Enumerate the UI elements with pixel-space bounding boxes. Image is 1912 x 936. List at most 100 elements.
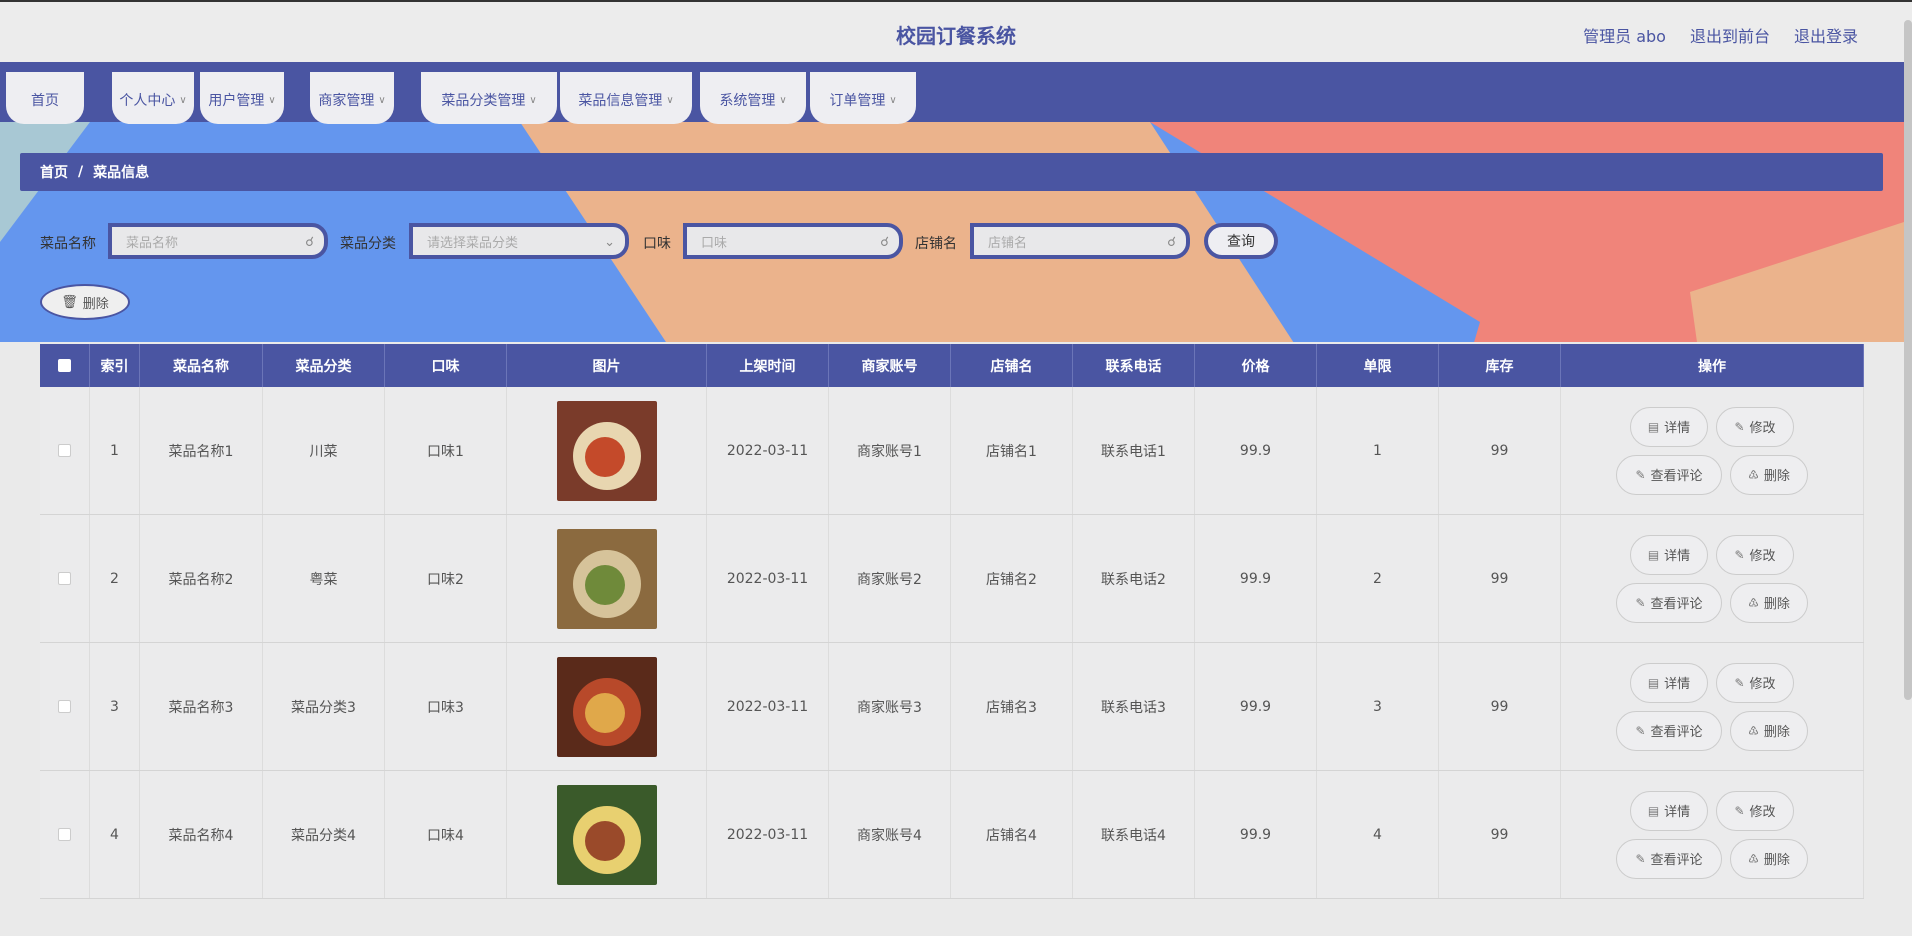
cell-date: 2022-03-11: [707, 515, 829, 642]
column-header: 口味: [385, 344, 507, 387]
table-header: 索引 菜品名称 菜品分类 口味 图片 上架时间 商家账号 店铺名 联系电话 价格 单限 库存 操作: [40, 344, 1864, 387]
category-select[interactable]: 请选择菜品分类 ⌄: [409, 223, 629, 259]
nav-item-0[interactable]: 首页: [6, 72, 84, 124]
bulk-delete-button[interactable]: 🗑 删除: [40, 284, 130, 320]
row-checkbox[interactable]: [58, 444, 71, 457]
delete-button[interactable]: ♳ 删除: [1730, 838, 1808, 879]
pencil-icon: ✎: [1635, 467, 1646, 482]
edit-button[interactable]: ✎ 修改: [1716, 406, 1794, 447]
document-icon: ▤: [1647, 547, 1660, 562]
nav-item-3[interactable]: 商家管理 ∨: [310, 72, 394, 124]
search-icon: ☌: [880, 235, 889, 250]
detail-button[interactable]: ▤ 详情: [1630, 534, 1708, 575]
dish-thumbnail[interactable]: [556, 656, 657, 757]
nav-item-4[interactable]: 菜品分类管理 ∨: [421, 72, 557, 124]
select-all-checkbox[interactable]: [58, 359, 71, 372]
chevron-down-icon: ∨: [779, 94, 787, 106]
breadcrumb-home[interactable]: 首页: [40, 162, 68, 182]
dish-thumbnail[interactable]: [556, 400, 657, 501]
view-comments-button-label: 查看评论: [1650, 725, 1703, 740]
row-checkbox[interactable]: [58, 700, 71, 713]
nav-item-label: 系统管理: [719, 93, 776, 109]
table-row: 1 菜品名称1 川菜 口味1 2022-03-11 商家账号1 店铺名1 联系电话1 99.9 1…: [40, 387, 1864, 515]
edit-button-label: 修改: [1749, 421, 1776, 436]
delete-button[interactable]: ♳ 删除: [1730, 454, 1808, 495]
flavor-input[interactable]: 口味 ☌: [683, 223, 903, 259]
cell-name: 菜品名称4: [140, 771, 263, 898]
column-header: 联系电话: [1073, 344, 1195, 387]
chevron-down-icon: ∨: [179, 94, 187, 106]
delete-button[interactable]: ♳ 删除: [1730, 710, 1808, 751]
exit-to-front-link[interactable]: 退出到前台: [1690, 23, 1770, 47]
nav-item-2[interactable]: 用户管理 ∨: [200, 72, 284, 124]
cell-date: 2022-03-11: [707, 387, 829, 514]
cell-flavor: 口味2: [385, 515, 507, 642]
cell-limit: 1: [1317, 387, 1439, 514]
row-select-cell: [40, 515, 90, 642]
column-header: 库存: [1439, 344, 1561, 387]
nav-item-1[interactable]: 个人中心 ∨: [112, 72, 194, 124]
cell-name: 菜品名称1: [140, 387, 263, 514]
query-button[interactable]: 查询: [1204, 223, 1278, 259]
cell-stock: 99: [1439, 387, 1561, 514]
cell-price: 99.9: [1195, 771, 1317, 898]
cell-stock: 99: [1439, 771, 1561, 898]
header-bar: 校园订餐系统 管理员 abo 退出到前台 退出登录: [0, 0, 1912, 62]
dish-name-input[interactable]: 菜品名称 ☌: [108, 223, 328, 259]
dish-name-placeholder: 菜品名称: [126, 235, 179, 251]
cell-account: 商家账号2: [829, 515, 951, 642]
cell-date: 2022-03-11: [707, 643, 829, 770]
cell-limit: 2: [1317, 515, 1439, 642]
trash-icon: ♳: [1748, 467, 1759, 482]
admin-user-label[interactable]: 管理员 abo: [1583, 23, 1666, 47]
cell-phone: 联系电话4: [1073, 771, 1195, 898]
nav-item-label: 菜品分类管理: [441, 93, 526, 109]
nav-item-7[interactable]: 订单管理 ∨: [810, 72, 916, 124]
detail-button[interactable]: ▤ 详情: [1630, 406, 1708, 447]
cell-date: 2022-03-11: [707, 771, 829, 898]
cell-category: 菜品分类4: [263, 771, 385, 898]
dish-thumbnail[interactable]: [556, 784, 657, 885]
pencil-icon: ✎: [1734, 675, 1745, 690]
pencil-icon: ✎: [1734, 803, 1745, 818]
logout-link[interactable]: 退出登录: [1794, 23, 1858, 47]
view-comments-button-label: 查看评论: [1650, 597, 1703, 612]
scrollbar[interactable]: [1904, 20, 1912, 700]
table-row: 4 菜品名称4 菜品分类4 口味4 2022-03-11 商家账号4 店铺名4 联系电话4 99…: [40, 771, 1864, 899]
view-comments-button[interactable]: ✎ 查看评论: [1616, 710, 1722, 751]
view-comments-button[interactable]: ✎ 查看评论: [1616, 838, 1722, 879]
row-select-cell: [40, 643, 90, 770]
delete-button[interactable]: ♳ 删除: [1730, 582, 1808, 623]
edit-button[interactable]: ✎ 修改: [1716, 662, 1794, 703]
actions-cell: ▤ 详情 ✎ 修改 ✎ 查看评论 ♳ 删除: [1561, 387, 1864, 514]
row-checkbox[interactable]: [58, 828, 71, 841]
cell-account: 商家账号1: [829, 387, 951, 514]
trash-icon: 🗑: [61, 294, 78, 310]
edit-button[interactable]: ✎ 修改: [1716, 534, 1794, 575]
cell-flavor: 口味3: [385, 643, 507, 770]
view-comments-button[interactable]: ✎ 查看评论: [1616, 454, 1722, 495]
nav-item-5[interactable]: 菜品信息管理 ∨: [560, 72, 692, 124]
flavor-label: 口味: [643, 236, 671, 252]
search-form: 菜品名称 菜品名称 ☌ 菜品分类 请选择菜品分类 ⌄ 口味 口味 ☌ 店铺名 店…: [40, 223, 1340, 259]
detail-button[interactable]: ▤ 详情: [1630, 662, 1708, 703]
row-select-cell: [40, 771, 90, 898]
edit-button[interactable]: ✎ 修改: [1716, 790, 1794, 831]
table-row: 3 菜品名称3 菜品分类3 口味3 2022-03-11 商家账号3 店铺名3 联系电话3 99…: [40, 643, 1864, 771]
nav-item-label: 用户管理: [208, 93, 265, 109]
shop-name-input[interactable]: 店铺名 ☌: [970, 223, 1190, 259]
cell-shop: 店铺名1: [951, 387, 1073, 514]
detail-button[interactable]: ▤ 详情: [1630, 790, 1708, 831]
cell-phone: 联系电话2: [1073, 515, 1195, 642]
shop-name-label: 店铺名: [915, 236, 957, 252]
document-icon: ▤: [1647, 419, 1660, 434]
dish-thumbnail[interactable]: [556, 528, 657, 629]
nav-item-6[interactable]: 系统管理 ∨: [700, 72, 806, 124]
trash-icon: ♳: [1748, 851, 1759, 866]
view-comments-button[interactable]: ✎ 查看评论: [1616, 582, 1722, 623]
row-checkbox[interactable]: [58, 572, 71, 585]
row-select-cell: [40, 387, 90, 514]
cell-category: 菜品分类3: [263, 643, 385, 770]
image-cell: [507, 387, 707, 514]
nav-item-label: 菜品信息管理: [578, 93, 663, 109]
